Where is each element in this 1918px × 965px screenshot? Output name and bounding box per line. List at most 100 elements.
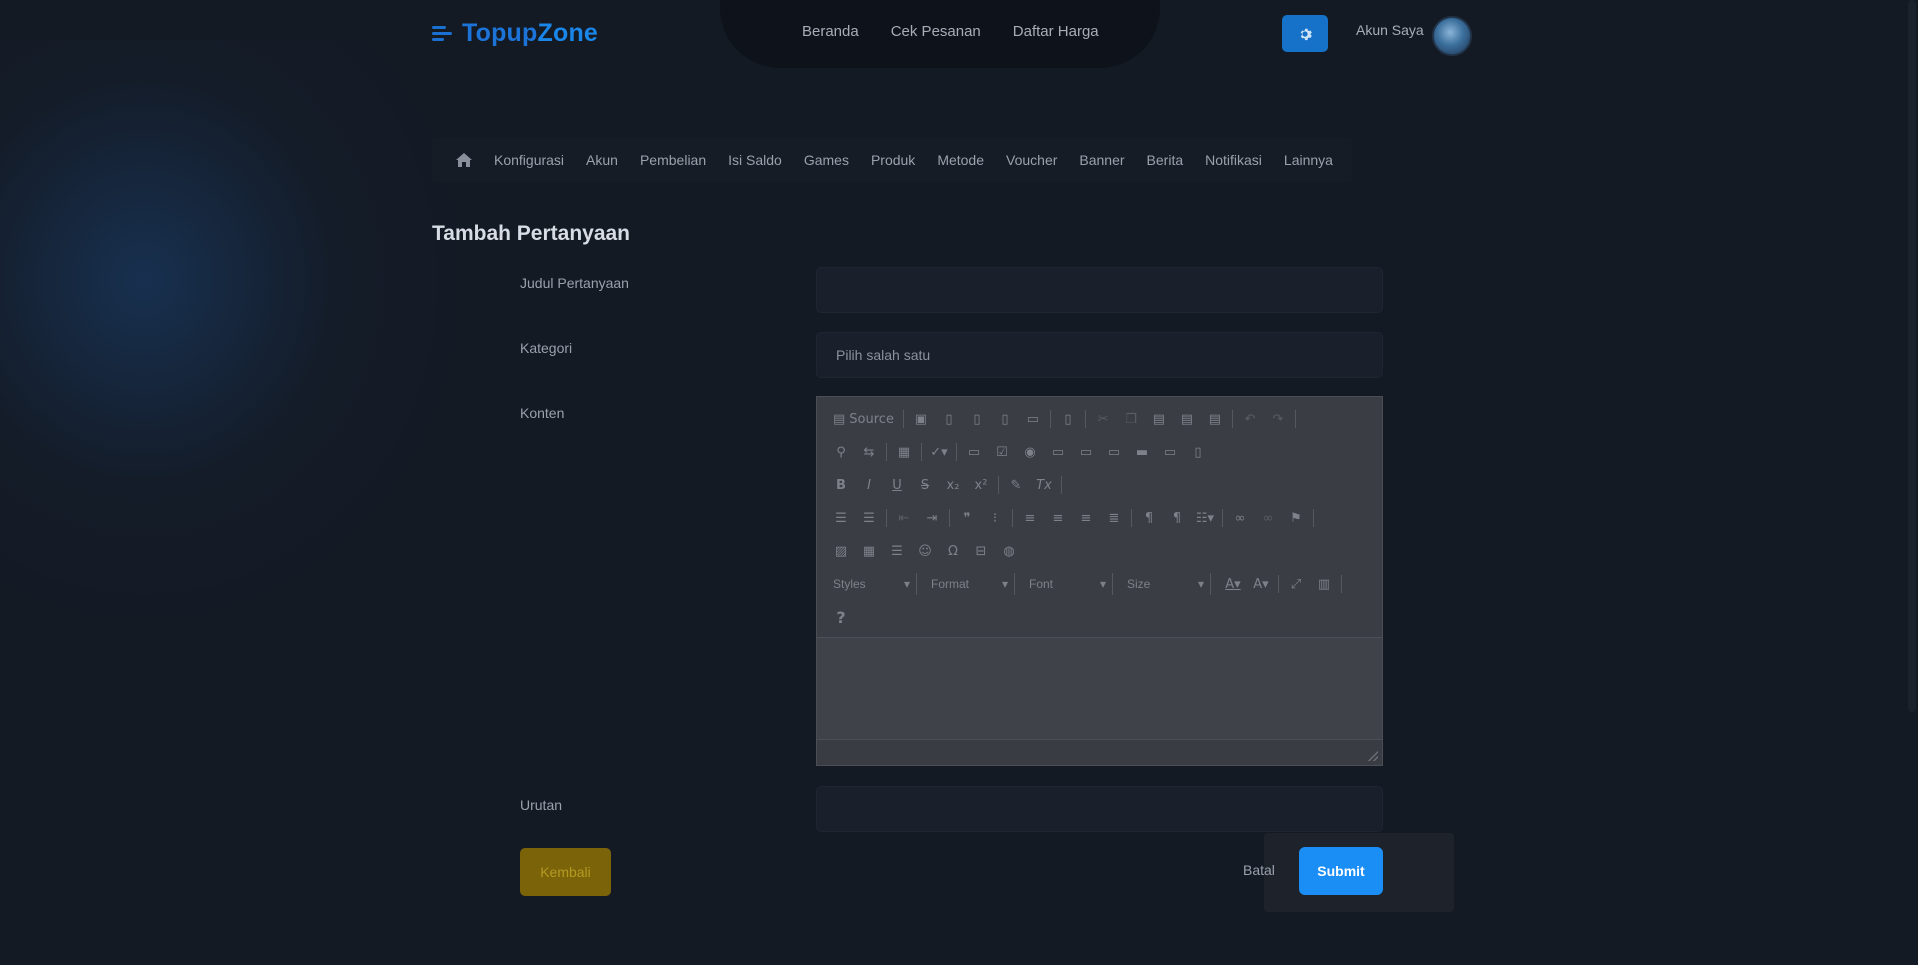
unlink-icon[interactable]: ∞ bbox=[1254, 507, 1282, 529]
resize-handle-icon[interactable] bbox=[1368, 751, 1378, 761]
settings-button[interactable] bbox=[1282, 15, 1328, 52]
separator bbox=[886, 443, 887, 461]
format-combo[interactable]: Format ▾ bbox=[925, 573, 1015, 595]
text-color-icon[interactable]: A▾ bbox=[1219, 573, 1247, 595]
new-page-icon[interactable]: ▯ bbox=[935, 408, 963, 430]
ltr-icon[interactable]: ¶ bbox=[1135, 507, 1163, 529]
replace-icon[interactable]: ⇆ bbox=[855, 441, 883, 463]
italic-icon[interactable]: I bbox=[855, 474, 883, 496]
horizontal-rule-icon[interactable]: ☰ bbox=[883, 540, 911, 562]
size-combo[interactable]: Size ▾ bbox=[1121, 573, 1211, 595]
iframe-globe-icon[interactable]: ◍ bbox=[995, 540, 1023, 562]
paste-text-icon[interactable]: ▤ bbox=[1173, 408, 1201, 430]
button-field-icon[interactable]: ▬ bbox=[1128, 441, 1156, 463]
urutan-input[interactable] bbox=[816, 786, 1383, 832]
bulleted-list-icon[interactable]: ☰ bbox=[855, 507, 883, 529]
form-icon[interactable]: ▭ bbox=[960, 441, 988, 463]
back-button[interactable]: Kembali bbox=[520, 848, 611, 896]
paste-icon[interactable]: ▤ bbox=[1145, 408, 1173, 430]
special-char-icon[interactable]: Ω bbox=[939, 540, 967, 562]
superscript-icon[interactable]: x² bbox=[967, 474, 995, 496]
maximize-icon[interactable]: ⤢ bbox=[1282, 573, 1310, 595]
anchor-flag-icon[interactable]: ⚑ bbox=[1282, 507, 1310, 529]
align-left-icon[interactable]: ≡ bbox=[1016, 507, 1044, 529]
subnav-games[interactable]: Games bbox=[804, 152, 849, 168]
div-container-icon[interactable]: ⁝ bbox=[981, 507, 1009, 529]
radio-icon[interactable]: ◉ bbox=[1016, 441, 1044, 463]
undo-icon[interactable]: ↶ bbox=[1236, 408, 1264, 430]
copy-icon[interactable]: ❐ bbox=[1117, 408, 1145, 430]
scrollbar[interactable] bbox=[1908, 0, 1916, 712]
kategori-select[interactable]: Pilih salah satu bbox=[816, 332, 1383, 378]
spellcheck-icon[interactable]: ✓▾ bbox=[925, 441, 953, 463]
textfield-icon[interactable]: ▭ bbox=[1044, 441, 1072, 463]
admin-subnav: Konfigurasi Akun Pembelian Isi Saldo Gam… bbox=[432, 138, 1352, 182]
subnav-notifikasi[interactable]: Notifikasi bbox=[1205, 152, 1262, 168]
indent-icon[interactable]: ⇥ bbox=[918, 507, 946, 529]
blockquote-icon[interactable]: ❞ bbox=[953, 507, 981, 529]
textarea-icon[interactable]: ▭ bbox=[1072, 441, 1100, 463]
nav-daftar-harga[interactable]: Daftar Harga bbox=[1013, 23, 1099, 40]
find-icon[interactable]: ⚲ bbox=[827, 441, 855, 463]
account-label[interactable]: Akun Saya bbox=[1356, 22, 1424, 38]
styles-combo[interactable]: Styles ▾ bbox=[827, 573, 917, 595]
paste-word-icon[interactable]: ▤ bbox=[1201, 408, 1229, 430]
align-right-icon[interactable]: ≡ bbox=[1072, 507, 1100, 529]
checkbox-icon[interactable]: ☑ bbox=[988, 441, 1016, 463]
smiley-icon[interactable]: ☺ bbox=[911, 540, 939, 562]
font-combo[interactable]: Font ▾ bbox=[1023, 573, 1113, 595]
source-button[interactable]: ▤ Source bbox=[827, 408, 900, 430]
preview-icon[interactable]: ▯ bbox=[991, 408, 1019, 430]
subnav-produk[interactable]: Produk bbox=[871, 152, 915, 168]
strike-icon[interactable]: S bbox=[911, 474, 939, 496]
submit-button[interactable]: Submit bbox=[1299, 847, 1383, 895]
hidden-field-icon[interactable]: ▯ bbox=[1184, 441, 1212, 463]
print-icon[interactable]: ▭ bbox=[1019, 408, 1047, 430]
cut-icon[interactable]: ✂ bbox=[1089, 408, 1117, 430]
subnav-berita[interactable]: Berita bbox=[1147, 152, 1184, 168]
subnav-akun[interactable]: Akun bbox=[586, 152, 618, 168]
show-blocks-icon[interactable]: ▥ bbox=[1310, 573, 1338, 595]
subnav-pembelian[interactable]: Pembelian bbox=[640, 152, 706, 168]
outdent-icon[interactable]: ⇤ bbox=[890, 507, 918, 529]
align-center-icon[interactable]: ≡ bbox=[1044, 507, 1072, 529]
templates-icon[interactable]: ▯ bbox=[1054, 408, 1082, 430]
nav-beranda[interactable]: Beranda bbox=[802, 23, 859, 40]
select-field-icon[interactable]: ▭ bbox=[1100, 441, 1128, 463]
logo[interactable]: TopupZone bbox=[432, 14, 598, 52]
subnav-konfigurasi[interactable]: Konfigurasi bbox=[494, 152, 564, 168]
separator bbox=[1012, 509, 1013, 527]
judul-input[interactable] bbox=[816, 267, 1383, 313]
bg-color-icon[interactable]: A▾ bbox=[1247, 573, 1275, 595]
select-all-icon[interactable]: ▦ bbox=[890, 441, 918, 463]
redo-icon[interactable]: ↷ bbox=[1264, 408, 1292, 430]
page-break-icon[interactable]: ⊟ bbox=[967, 540, 995, 562]
help-icon[interactable]: ? bbox=[827, 606, 855, 628]
align-justify-icon[interactable]: ≣ bbox=[1100, 507, 1128, 529]
rtl-icon[interactable]: ¶ bbox=[1163, 507, 1191, 529]
table-icon[interactable]: ▦ bbox=[855, 540, 883, 562]
cancel-button[interactable]: Batal bbox=[1243, 862, 1275, 878]
language-icon[interactable]: ☷▾ bbox=[1191, 507, 1219, 529]
avatar[interactable] bbox=[1432, 16, 1472, 56]
separator bbox=[1084, 410, 1086, 428]
home-icon[interactable] bbox=[456, 153, 472, 167]
subscript-icon[interactable]: x₂ bbox=[939, 474, 967, 496]
nav-cek-pesanan[interactable]: Cek Pesanan bbox=[891, 23, 981, 40]
subnav-isi-saldo[interactable]: Isi Saldo bbox=[728, 152, 782, 168]
export-pdf-icon[interactable]: ▯ bbox=[963, 408, 991, 430]
image-icon[interactable]: ▨ bbox=[827, 540, 855, 562]
image-button-icon[interactable]: ▭ bbox=[1156, 441, 1184, 463]
subnav-banner[interactable]: Banner bbox=[1079, 152, 1124, 168]
underline-icon[interactable]: U bbox=[883, 474, 911, 496]
subnav-voucher[interactable]: Voucher bbox=[1006, 152, 1057, 168]
bold-icon[interactable]: B bbox=[827, 474, 855, 496]
editor-content-area[interactable] bbox=[817, 638, 1382, 740]
remove-format-icon[interactable]: Tx bbox=[1030, 474, 1058, 496]
subnav-lainnya[interactable]: Lainnya bbox=[1284, 152, 1333, 168]
subnav-metode[interactable]: Metode bbox=[937, 152, 984, 168]
link-icon[interactable]: ∞ bbox=[1226, 507, 1254, 529]
save-icon[interactable]: ▣ bbox=[907, 408, 935, 430]
numbered-list-icon[interactable]: ☰ bbox=[827, 507, 855, 529]
copy-format-icon[interactable]: ✎ bbox=[1002, 474, 1030, 496]
